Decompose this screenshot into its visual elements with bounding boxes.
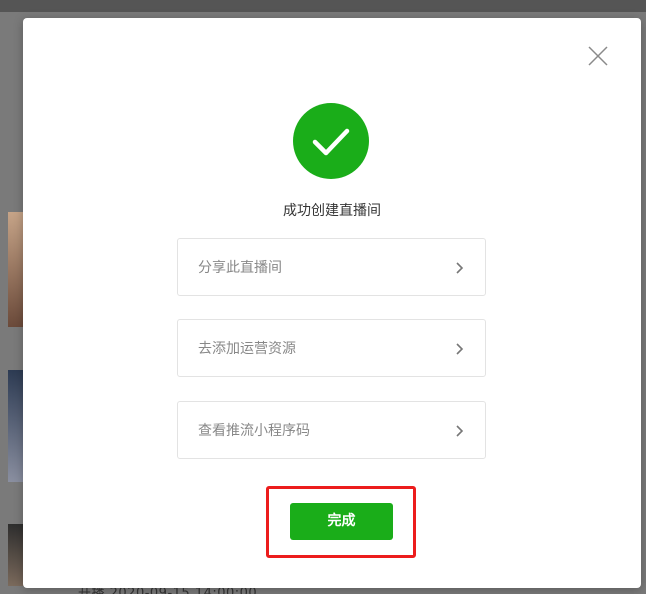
chevron-right-icon (456, 425, 464, 437)
close-icon[interactable] (586, 44, 610, 68)
check-circle-icon (293, 103, 369, 179)
view-push-qrcode-option[interactable]: 查看推流小程序码 (177, 401, 486, 459)
background-thumbnail (8, 370, 24, 482)
success-dialog: 成功创建直播间 分享此直播间 去添加运营资源 查看推流小程序码 完成 (23, 18, 641, 588)
dialog-title: 成功创建直播间 (283, 203, 381, 219)
background-thumbnail (8, 524, 24, 586)
chevron-right-icon (456, 262, 464, 274)
option-label: 查看推流小程序码 (198, 423, 310, 439)
share-live-room-option[interactable]: 分享此直播间 (177, 238, 486, 296)
option-label: 分享此直播间 (198, 260, 282, 276)
background-thumbnail (8, 212, 24, 327)
done-button[interactable]: 完成 (290, 503, 393, 540)
option-label: 去添加运营资源 (198, 341, 296, 357)
add-operation-resources-option[interactable]: 去添加运营资源 (177, 319, 486, 377)
chevron-right-icon (456, 343, 464, 355)
close-button[interactable] (586, 44, 610, 68)
